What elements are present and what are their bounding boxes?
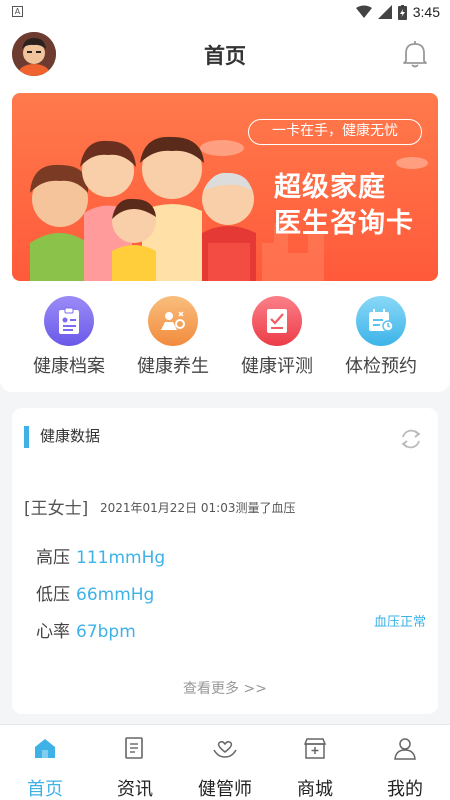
page-title: 首页 (204, 44, 246, 68)
wellness-icon (148, 296, 198, 346)
tab-home[interactable]: 首页 (0, 735, 90, 800)
home-icon (35, 739, 55, 758)
signal-icon (377, 5, 392, 19)
user-name: [王女士] (24, 499, 89, 519)
clipboard-icon (44, 296, 94, 346)
tab-label: 资讯 (117, 779, 153, 800)
bell-icon[interactable] (402, 40, 428, 68)
data-row-heart-rate: 心率 67bpm (36, 617, 136, 642)
wifi-icon (355, 5, 372, 18)
shop-icon (303, 738, 327, 759)
tab-label: 我的 (387, 779, 423, 800)
health-data-card: 健康数据 [王女士] 2021年01月22日 01:03测量了血压 高压 111m… (12, 408, 438, 714)
banner-title-line1: 超级家庭 (274, 172, 386, 203)
data-key: 心率 (36, 622, 70, 642)
battery-icon (397, 4, 407, 20)
calendar-icon (356, 296, 406, 346)
tab-news[interactable]: 资讯 (90, 735, 180, 800)
assessment-icon (252, 296, 302, 346)
tab-shop[interactable]: 商城 (270, 735, 360, 800)
data-key: 低压 (36, 585, 70, 605)
category-health-record[interactable]: 健康档案 (17, 296, 121, 378)
category-health-assessment[interactable]: 健康评测 (225, 296, 329, 378)
data-value: 111mmHg (76, 548, 166, 568)
top-card: 一卡在手，健康无忧 超级家庭 医生咨询卡 健康档案 健康养生 健康评测 体检预约 (0, 84, 450, 392)
banner-title-line2: 医生咨询卡 (274, 208, 414, 239)
category-label: 健康档案 (33, 356, 105, 377)
section-accent-bar (24, 426, 29, 448)
category-checkup-booking[interactable]: 体检预约 (329, 296, 433, 378)
category-grid: 健康档案 健康养生 健康评测 体检预约 (0, 296, 450, 382)
care-icon (213, 740, 237, 758)
category-health-care[interactable]: 健康养生 (121, 296, 225, 378)
category-label: 体检预约 (345, 356, 417, 377)
bp-status: 血压正常 (373, 615, 426, 630)
tab-profile[interactable]: 我的 (360, 735, 450, 800)
tab-label: 首页 (27, 779, 63, 800)
section-title: 健康数据 (40, 427, 101, 445)
category-label: 健康养生 (137, 356, 209, 377)
notification-icon: A (12, 6, 23, 17)
banner-slogan: 一卡在手，健康无忧 (248, 119, 422, 145)
record-text: 2021年01月22日 01:03测量了血压 (100, 501, 296, 515)
data-row-diastolic: 低压 66mmHg (36, 580, 154, 605)
app-header: 首页 (0, 26, 450, 84)
tab-label: 商城 (297, 779, 333, 800)
data-value: 66mmHg (76, 585, 155, 605)
refresh-icon[interactable] (398, 426, 424, 452)
clock: 3:45 (412, 4, 440, 20)
status-bar: A 3:45 (0, 0, 450, 26)
view-more-link[interactable]: 查看更多 >> (12, 678, 438, 698)
tab-label: 健管师 (198, 779, 252, 800)
data-value: 67bpm (76, 622, 136, 642)
news-icon (125, 737, 143, 759)
promo-banner[interactable]: 一卡在手，健康无忧 超级家庭 医生咨询卡 (12, 93, 438, 281)
category-label: 健康评测 (241, 356, 313, 377)
bottom-tab-bar: 首页 资讯 健管师 商城 我的 (0, 724, 450, 800)
data-row-systolic: 高压 111mmHg (36, 543, 165, 568)
profile-icon (394, 738, 416, 760)
tab-health-manager[interactable]: 健管师 (180, 735, 270, 800)
data-key: 高压 (36, 548, 70, 568)
